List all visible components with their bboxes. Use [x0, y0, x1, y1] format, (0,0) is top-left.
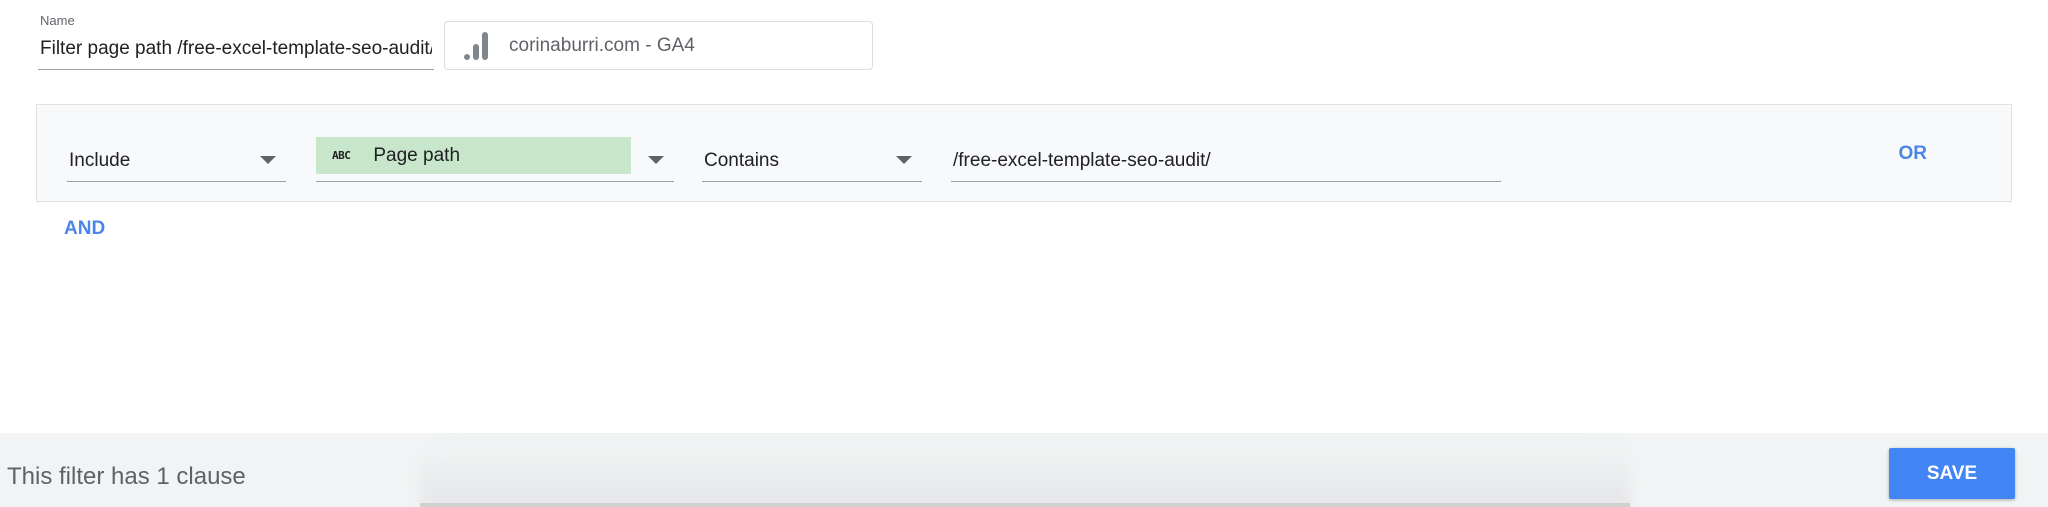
- condition-dropdown[interactable]: Include: [67, 140, 286, 182]
- value-text: /free-excel-template-seo-audit/: [953, 149, 1211, 171]
- operator-dropdown[interactable]: Contains: [702, 140, 922, 182]
- analytics-bars-icon: [462, 31, 492, 60]
- field-chip[interactable]: ABC Page path: [316, 137, 631, 174]
- chevron-down-icon: [648, 156, 664, 164]
- footer-shadow: [420, 443, 1630, 507]
- condition-value: Include: [69, 149, 131, 171]
- field-dropdown[interactable]: ABC Page path: [316, 137, 674, 182]
- name-label: Name: [40, 13, 75, 28]
- text-type-icon: ABC: [332, 149, 351, 162]
- name-field[interactable]: [38, 30, 434, 70]
- or-button[interactable]: OR: [1899, 143, 1928, 165]
- data-source-label: corinaburri.com - GA4: [509, 34, 695, 56]
- and-button[interactable]: AND: [64, 218, 105, 240]
- clause-count-status: This filter has 1 clause: [7, 463, 246, 490]
- data-source-selector[interactable]: corinaburri.com - GA4: [444, 21, 873, 70]
- filter-clause: Include ABC Page path Contains /free-exc…: [36, 104, 2012, 202]
- chevron-down-icon: [896, 156, 912, 164]
- name-input[interactable]: [38, 30, 434, 68]
- save-button[interactable]: SAVE: [1889, 448, 2015, 499]
- value-input[interactable]: /free-excel-template-seo-audit/: [951, 140, 1501, 182]
- footer-bar: This filter has 1 clause SAVE: [0, 433, 2048, 507]
- operator-value: Contains: [704, 149, 779, 171]
- footer-divider: [420, 503, 1630, 507]
- field-label: Page path: [373, 144, 461, 166]
- chevron-down-icon: [260, 156, 276, 164]
